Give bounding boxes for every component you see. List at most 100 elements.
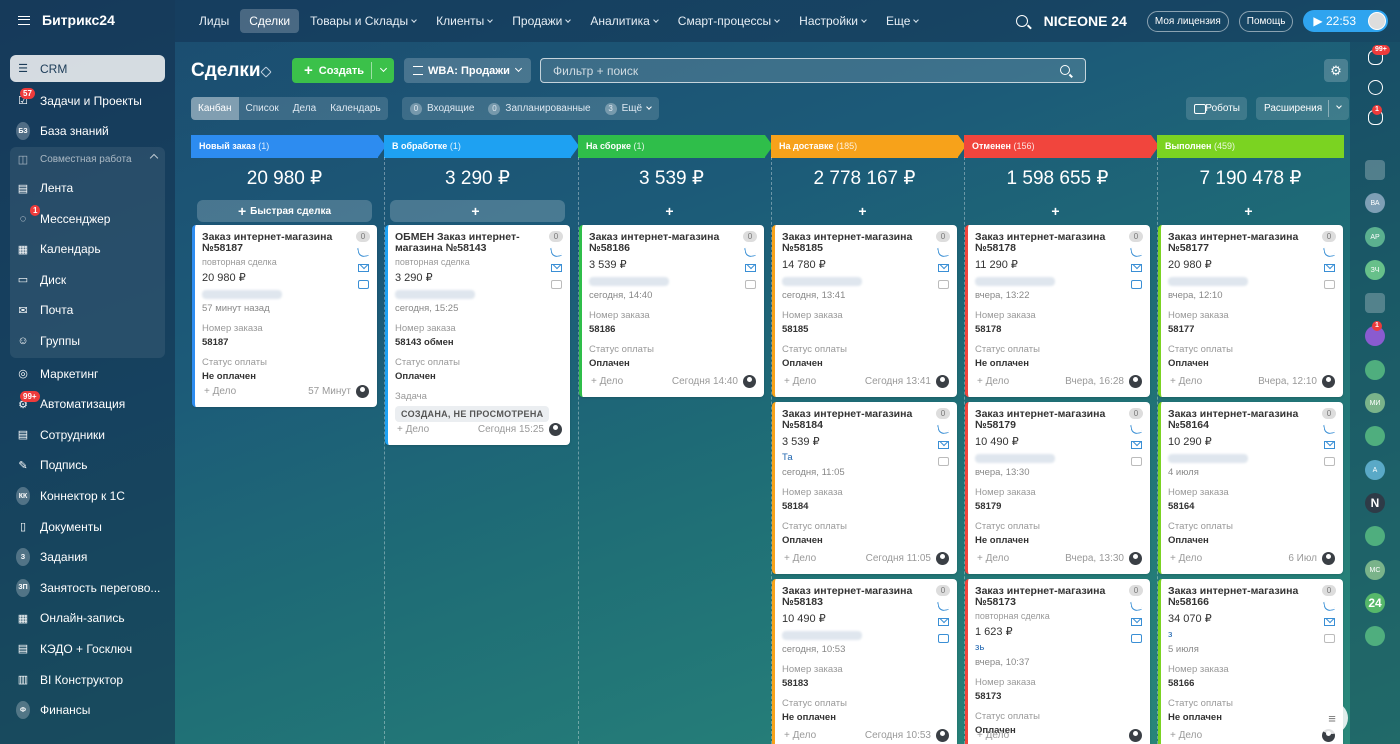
sidebar-item[interactable]: ⚙ 99+ Автоматизация [0, 389, 175, 420]
filter-search[interactable] [540, 58, 1086, 83]
contact3-icon[interactable] [1365, 526, 1385, 546]
mail-icon[interactable] [1324, 264, 1335, 272]
client-name[interactable]: Та [782, 452, 949, 463]
top-nav-item[interactable]: Лиды [190, 9, 238, 33]
mail-icon[interactable] [551, 264, 562, 272]
deal-card[interactable]: 0 Заказ интернет-магазина №58164 10 290 ₽ 4… [1158, 402, 1343, 574]
top-nav-item[interactable]: Еще [877, 9, 927, 33]
avatar-mi[interactable]: МИ [1365, 393, 1385, 413]
sidebar-item[interactable]: ◎ Маркетинг [0, 358, 175, 389]
responsible-avatar[interactable] [936, 729, 949, 742]
b24-icon[interactable]: 24 [1365, 593, 1385, 613]
add-activity-link[interactable]: + Дело [1170, 553, 1202, 564]
view-tab[interactable]: Список [239, 97, 286, 120]
column-header[interactable]: Отменен (156) [964, 135, 1159, 158]
deal-title[interactable]: Заказ интернет-магазина №58187 [202, 232, 342, 254]
add-deal-button[interactable]: + [390, 200, 565, 222]
avatar-a[interactable]: А [1365, 460, 1385, 480]
add-activity-link[interactable]: + Дело [397, 424, 429, 435]
counter-item[interactable]: 3 Ещё [604, 102, 652, 115]
search-input[interactable] [541, 59, 1041, 82]
user-avatar[interactable] [1368, 12, 1386, 30]
chat-icon[interactable] [1324, 280, 1335, 289]
top-nav-item[interactable]: Клиенты [427, 9, 501, 33]
column-header[interactable]: На доставке (185) [771, 135, 966, 158]
phone-icon[interactable] [744, 246, 756, 258]
chat-icon[interactable] [1324, 457, 1335, 466]
add-deal-button[interactable]: + [584, 200, 759, 222]
pin-icon[interactable] [260, 66, 272, 78]
contact-icon[interactable] [1365, 360, 1385, 380]
sidebar-item[interactable]: ▭ Диск [10, 265, 165, 296]
quick-menu-button[interactable]: ≡ [1316, 702, 1348, 734]
avatar-zch[interactable]: ЗЧ [1365, 260, 1385, 280]
add-deal-button[interactable]: + [777, 200, 952, 222]
worktime-button[interactable]: ▶ 22:53 [1303, 10, 1388, 32]
contact4-icon[interactable] [1365, 626, 1385, 646]
deal-card[interactable]: 0 Заказ интернет-магазина №58187 повторная… [192, 225, 377, 407]
deal-title[interactable]: Заказ интернет-магазина №58185 [782, 232, 922, 254]
phone-icon[interactable] [1130, 246, 1142, 258]
sidebar-item[interactable]: КК Коннектор к 1С [0, 481, 175, 512]
phone-icon[interactable] [1323, 600, 1335, 612]
phone-icon[interactable] [550, 246, 562, 258]
top-nav-item[interactable]: Смарт-процессы [669, 9, 788, 33]
deal-card[interactable]: 0 Заказ интернет-магазина №58183 10 490 ₽ с… [772, 579, 957, 744]
sidebar-item[interactable]: ▦ Онлайн-запись [0, 603, 175, 634]
avatar-n[interactable]: N [1365, 493, 1385, 513]
counter-item[interactable]: 0 Запланированные [488, 102, 591, 115]
deal-card[interactable]: 0 Заказ интернет-магазина №58177 20 980 ₽ в… [1158, 225, 1343, 397]
deal-title[interactable]: Заказ интернет-магазина №58179 [975, 409, 1115, 431]
phone-icon[interactable] [1130, 423, 1142, 435]
robots-button[interactable]: Роботы [1186, 97, 1247, 120]
add-deal-button[interactable]: + Быстрая сделка [197, 200, 372, 222]
add-activity-link[interactable]: + Дело [977, 376, 1009, 387]
phone-icon[interactable] [937, 423, 949, 435]
chat-icon[interactable] [938, 280, 949, 289]
responsible-avatar[interactable] [1322, 375, 1335, 388]
column-header[interactable]: Новый заказ (1) [191, 135, 386, 158]
deal-title[interactable]: ОБМЕН Заказ интернет-магазина №58143 [395, 232, 535, 254]
chat-icon[interactable] [938, 634, 949, 643]
responsible-avatar[interactable] [356, 385, 369, 398]
chat-icon[interactable] [938, 457, 949, 466]
extensions-button[interactable]: Расширения [1256, 97, 1349, 120]
top-nav-item[interactable]: Продажи [503, 9, 579, 33]
deal-title[interactable]: Заказ интернет-магазина №58164 [1168, 409, 1308, 431]
deal-card[interactable]: 0 Заказ интернет-магазина №58185 14 780 ₽ с… [772, 225, 957, 397]
deal-title[interactable]: Заказ интернет-магазина №58173 [975, 586, 1115, 608]
deal-title[interactable]: Заказ интернет-магазина №58177 [1168, 232, 1308, 254]
mail-icon[interactable] [358, 264, 369, 272]
deal-title[interactable]: Заказ интернет-магазина №58183 [782, 586, 922, 608]
responsible-avatar[interactable] [936, 375, 949, 388]
pulse-icon[interactable] [1368, 80, 1383, 95]
phone-icon[interactable] [1130, 600, 1142, 612]
responsible-avatar[interactable] [936, 552, 949, 565]
add-deal-button[interactable]: + [970, 200, 1145, 222]
deal-title[interactable]: Заказ интернет-магазина №58184 [782, 409, 922, 431]
client-name[interactable]: з [1168, 629, 1335, 640]
deal-card[interactable]: 0 ОБМЕН Заказ интернет-магазина №58143 пов… [385, 225, 570, 445]
chat-icon[interactable] [1131, 280, 1142, 289]
help-button[interactable]: Помощь [1238, 10, 1294, 32]
sidebar-item[interactable]: ▯ Документы [0, 511, 175, 542]
video-icon[interactable] [1365, 160, 1385, 180]
column-header[interactable]: В обработке (1) [384, 135, 579, 158]
phone-icon[interactable] [1323, 423, 1335, 435]
sidebar-item[interactable]: ▤ КЭДО + Госключ [0, 634, 175, 665]
counter-item[interactable]: 0 Входящие [410, 102, 474, 115]
phone-icon[interactable] [1323, 246, 1335, 258]
phone-icon[interactable] [937, 246, 949, 258]
sidebar-item[interactable]: ◌ 1 Мессенджер [10, 203, 165, 234]
group-header[interactable]: ◫ Совместная работа [10, 147, 165, 173]
add-activity-link[interactable]: + Дело [1170, 730, 1202, 741]
sidebar-item[interactable]: ☰ CRM [10, 55, 165, 82]
sidebar-item[interactable]: ✉ Почта [10, 295, 165, 326]
chat-icon[interactable] [1324, 634, 1335, 643]
contact2-icon[interactable] [1365, 426, 1385, 446]
video2-icon[interactable] [1365, 293, 1385, 313]
sidebar-item[interactable]: ▥ BI Конструктор [0, 664, 175, 695]
add-activity-link[interactable]: + Дело [784, 730, 816, 741]
top-nav-item[interactable]: Товары и Склады [301, 9, 425, 33]
add-activity-link[interactable]: + Дело [1170, 376, 1202, 387]
